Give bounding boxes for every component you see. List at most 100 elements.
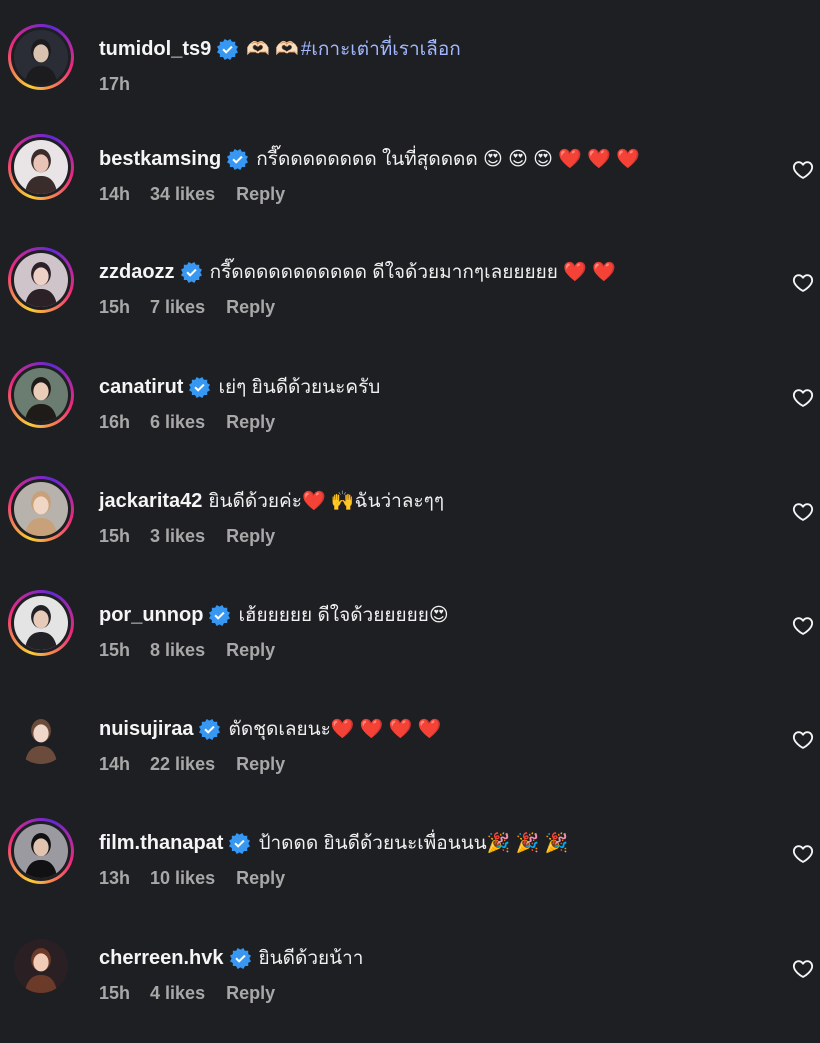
comment-timestamp[interactable]: 15h — [99, 983, 130, 1004]
like-button[interactable] — [792, 501, 814, 523]
comment-username[interactable]: canatirut — [99, 376, 183, 399]
comment-item: zzdaozz กรี๊ดดดดดดดดดดด ดีใจด้วยมากๆเลยย… — [0, 247, 820, 357]
comment-meta: 15h 8 likes Reply — [99, 640, 275, 661]
like-button[interactable] — [792, 272, 814, 294]
avatar-photo — [14, 824, 68, 878]
verified-badge-icon — [189, 376, 211, 398]
comment-likes-count[interactable]: 10 likes — [150, 868, 215, 889]
comment-item: tumidol_ts9 🫶🏻 🫶🏻 #เกาะเต่าที่เราเลือก 1… — [0, 24, 820, 134]
avatar[interactable] — [8, 590, 74, 656]
comment-timestamp[interactable]: 14h — [99, 184, 130, 205]
comment-username[interactable]: cherreen.hvk — [99, 947, 224, 970]
reply-button[interactable]: Reply — [226, 983, 275, 1004]
comment-timestamp[interactable]: 13h — [99, 868, 130, 889]
comment-item: nuisujiraa ตัดชุดเลยนะ❤️ ❤️ ❤️ ❤️ 14h 22… — [0, 710, 820, 814]
verified-badge-icon — [217, 38, 239, 60]
comment-text: ตัดชุดเลยนะ❤️ ❤️ ❤️ ❤️ — [228, 719, 442, 740]
comment-meta: 15h 7 likes Reply — [99, 297, 275, 318]
reply-button[interactable]: Reply — [236, 754, 285, 775]
heart-outline-icon — [792, 617, 814, 635]
comment-timestamp[interactable]: 15h — [99, 297, 130, 318]
avatar[interactable] — [8, 362, 74, 428]
comment-item: jackarita42 ยินดีด้วยค่ะ❤️ 🙌ฉันว่าละๆๆ 1… — [0, 476, 820, 586]
comment-timestamp[interactable]: 16h — [99, 412, 130, 433]
avatar-photo — [14, 596, 68, 650]
like-button[interactable] — [792, 615, 814, 637]
comment-meta: 13h 10 likes Reply — [99, 868, 285, 889]
comment-meta: 15h 3 likes Reply — [99, 526, 275, 547]
comment-meta: 17h — [99, 74, 150, 95]
avatar[interactable] — [8, 134, 74, 200]
comment-item: cherreen.hvk ยินดีด้วยน้าา 15h 4 likes R… — [0, 939, 820, 1043]
comment-likes-count[interactable]: 7 likes — [150, 297, 205, 318]
comment-likes-count[interactable]: 3 likes — [150, 526, 205, 547]
comment-timestamp[interactable]: 15h — [99, 640, 130, 661]
comment-line: film.thanapat ป้าดดด ยินดีด้วยนะเพื่อนนน… — [99, 828, 568, 858]
reply-button[interactable]: Reply — [236, 868, 285, 889]
heart-outline-icon — [792, 503, 814, 521]
comment-username[interactable]: nuisujiraa — [99, 718, 193, 741]
comment-text: 🫶🏻 🫶🏻 — [246, 39, 299, 60]
like-button[interactable] — [792, 729, 814, 751]
like-button[interactable] — [792, 387, 814, 409]
comment-timestamp[interactable]: 14h — [99, 754, 130, 775]
comment-likes-count[interactable]: 8 likes — [150, 640, 205, 661]
comment-line: zzdaozz กรี๊ดดดดดดดดดดด ดีใจด้วยมากๆเลยย… — [99, 257, 616, 287]
heart-outline-icon — [792, 731, 814, 749]
comment-username[interactable]: por_unnop — [99, 604, 203, 627]
comment-line: jackarita42 ยินดีด้วยค่ะ❤️ 🙌ฉันว่าละๆๆ — [99, 486, 444, 516]
avatar[interactable] — [8, 933, 74, 999]
reply-button[interactable]: Reply — [226, 640, 275, 661]
comment-meta: 14h 22 likes Reply — [99, 754, 285, 775]
comment-likes-count[interactable]: 6 likes — [150, 412, 205, 433]
heart-outline-icon — [792, 274, 814, 292]
reply-button[interactable]: Reply — [226, 297, 275, 318]
comment-hashtag-link[interactable]: #เกาะเต่าที่เราเลือก — [301, 34, 461, 64]
avatar[interactable] — [8, 247, 74, 313]
comment-timestamp[interactable]: 15h — [99, 526, 130, 547]
reply-button[interactable]: Reply — [226, 412, 275, 433]
comment-item: por_unnop เฮ้ยยยยย ดีใจด้วยยยยย😍 15h 8 l… — [0, 590, 820, 700]
comment-username[interactable]: jackarita42 — [99, 490, 202, 513]
avatar-photo — [14, 30, 68, 84]
verified-badge-icon — [209, 604, 231, 626]
comment-text: ยินดีด้วยน้าา — [258, 948, 364, 969]
avatar[interactable] — [8, 24, 74, 90]
avatar[interactable] — [8, 476, 74, 542]
comment-username[interactable]: film.thanapat — [99, 832, 223, 855]
reply-button[interactable]: Reply — [236, 184, 285, 205]
heart-outline-icon — [792, 960, 814, 978]
like-button[interactable] — [792, 159, 814, 181]
comment-likes-count[interactable]: 4 likes — [150, 983, 205, 1004]
comments-list: tumidol_ts9 🫶🏻 🫶🏻 #เกาะเต่าที่เราเลือก 1… — [0, 0, 820, 1025]
verified-badge-icon — [199, 718, 221, 740]
verified-badge-icon — [180, 261, 202, 283]
comment-item: bestkamsing กรี๊ดดดดดดดด ในที่สุดดดด 😍 😍… — [0, 134, 820, 244]
comment-item: film.thanapat ป้าดดด ยินดีด้วยนะเพื่อนนน… — [0, 818, 820, 928]
comment-meta: 16h 6 likes Reply — [99, 412, 275, 433]
avatar-photo — [14, 368, 68, 422]
comment-timestamp[interactable]: 17h — [99, 74, 130, 95]
comment-likes-count[interactable]: 34 likes — [150, 184, 215, 205]
heart-outline-icon — [792, 845, 814, 863]
verified-badge-icon — [229, 832, 251, 854]
comment-username[interactable]: tumidol_ts9 — [99, 38, 211, 61]
like-button[interactable] — [792, 958, 814, 980]
comment-line: tumidol_ts9 🫶🏻 🫶🏻 #เกาะเต่าที่เราเลือก — [99, 34, 461, 64]
comment-text: เฮ้ยยยยย ดีใจด้วยยยยย😍 — [238, 605, 449, 626]
comment-likes-count[interactable]: 22 likes — [150, 754, 215, 775]
comment-meta: 14h 34 likes Reply — [99, 184, 285, 205]
reply-button[interactable]: Reply — [226, 526, 275, 547]
comment-text: เย่ๆ ยินดีด้วยนะครับ — [218, 377, 381, 398]
like-button[interactable] — [792, 843, 814, 865]
avatar[interactable] — [8, 704, 74, 770]
comment-username[interactable]: bestkamsing — [99, 148, 221, 171]
avatar[interactable] — [8, 818, 74, 884]
comment-text: ป้าดดด ยินดีด้วยนะเพื่อนนน🎉 🎉 🎉 — [258, 833, 569, 854]
avatar-photo — [14, 710, 68, 764]
avatar-photo — [14, 140, 68, 194]
comment-username[interactable]: zzdaozz — [99, 261, 175, 284]
comment-text: กรี๊ดดดดดดดด ในที่สุดดดด 😍 😍 😍 ❤️ ❤️ ❤️ — [256, 149, 640, 170]
heart-outline-icon — [792, 389, 814, 407]
avatar-photo — [14, 253, 68, 307]
